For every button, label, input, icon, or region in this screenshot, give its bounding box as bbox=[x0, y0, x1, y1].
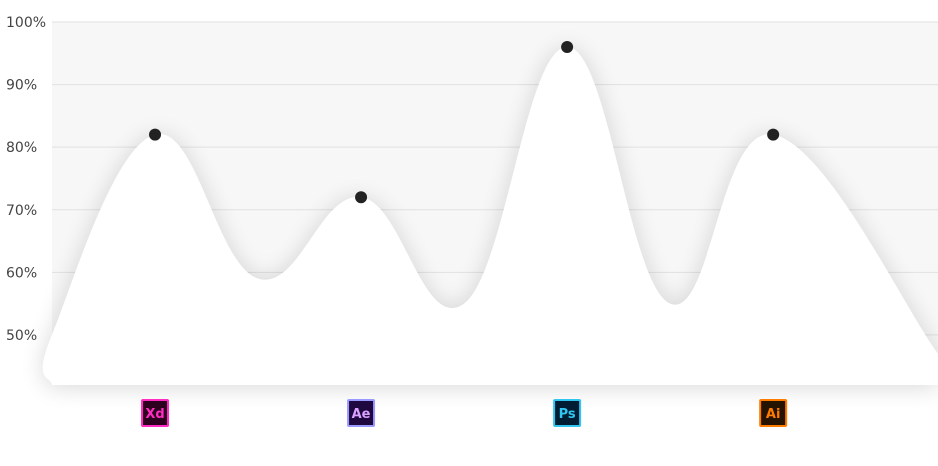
skills-chart-container: 50% 60% 70% 80% 90% 100% Xd Ae Ps Ai bbox=[0, 0, 938, 466]
app-icon-ai-icon: Ai bbox=[759, 399, 788, 427]
category-label: Xd bbox=[145, 407, 164, 422]
app-icon-ps-icon: Ps bbox=[553, 399, 582, 427]
y-tick-label: 70% bbox=[6, 203, 37, 219]
y-tick-label: 60% bbox=[6, 265, 37, 281]
x-axis-category-icons: Xd Ae Ps Ai bbox=[141, 399, 788, 427]
app-icon-ae-icon: Ae bbox=[347, 399, 376, 427]
y-axis-ticks: 50% 60% 70% 80% 90% 100% bbox=[6, 15, 46, 344]
category-label: Ai bbox=[766, 407, 781, 422]
skills-area-chart: 50% 60% 70% 80% 90% 100% Xd Ae Ps Ai bbox=[6, 15, 938, 427]
category-label: Ps bbox=[559, 407, 576, 422]
y-tick-label: 50% bbox=[6, 328, 37, 344]
data-point-6 bbox=[561, 41, 574, 54]
y-tick-label: 90% bbox=[6, 78, 37, 94]
data-point-4 bbox=[355, 191, 368, 204]
data-point-8 bbox=[767, 128, 780, 141]
data-point-2 bbox=[149, 128, 162, 141]
app-icon-xd-icon: Xd bbox=[141, 399, 170, 427]
y-tick-label: 80% bbox=[6, 140, 37, 156]
y-tick-label: 100% bbox=[6, 15, 46, 31]
category-label: Ae bbox=[352, 407, 371, 422]
